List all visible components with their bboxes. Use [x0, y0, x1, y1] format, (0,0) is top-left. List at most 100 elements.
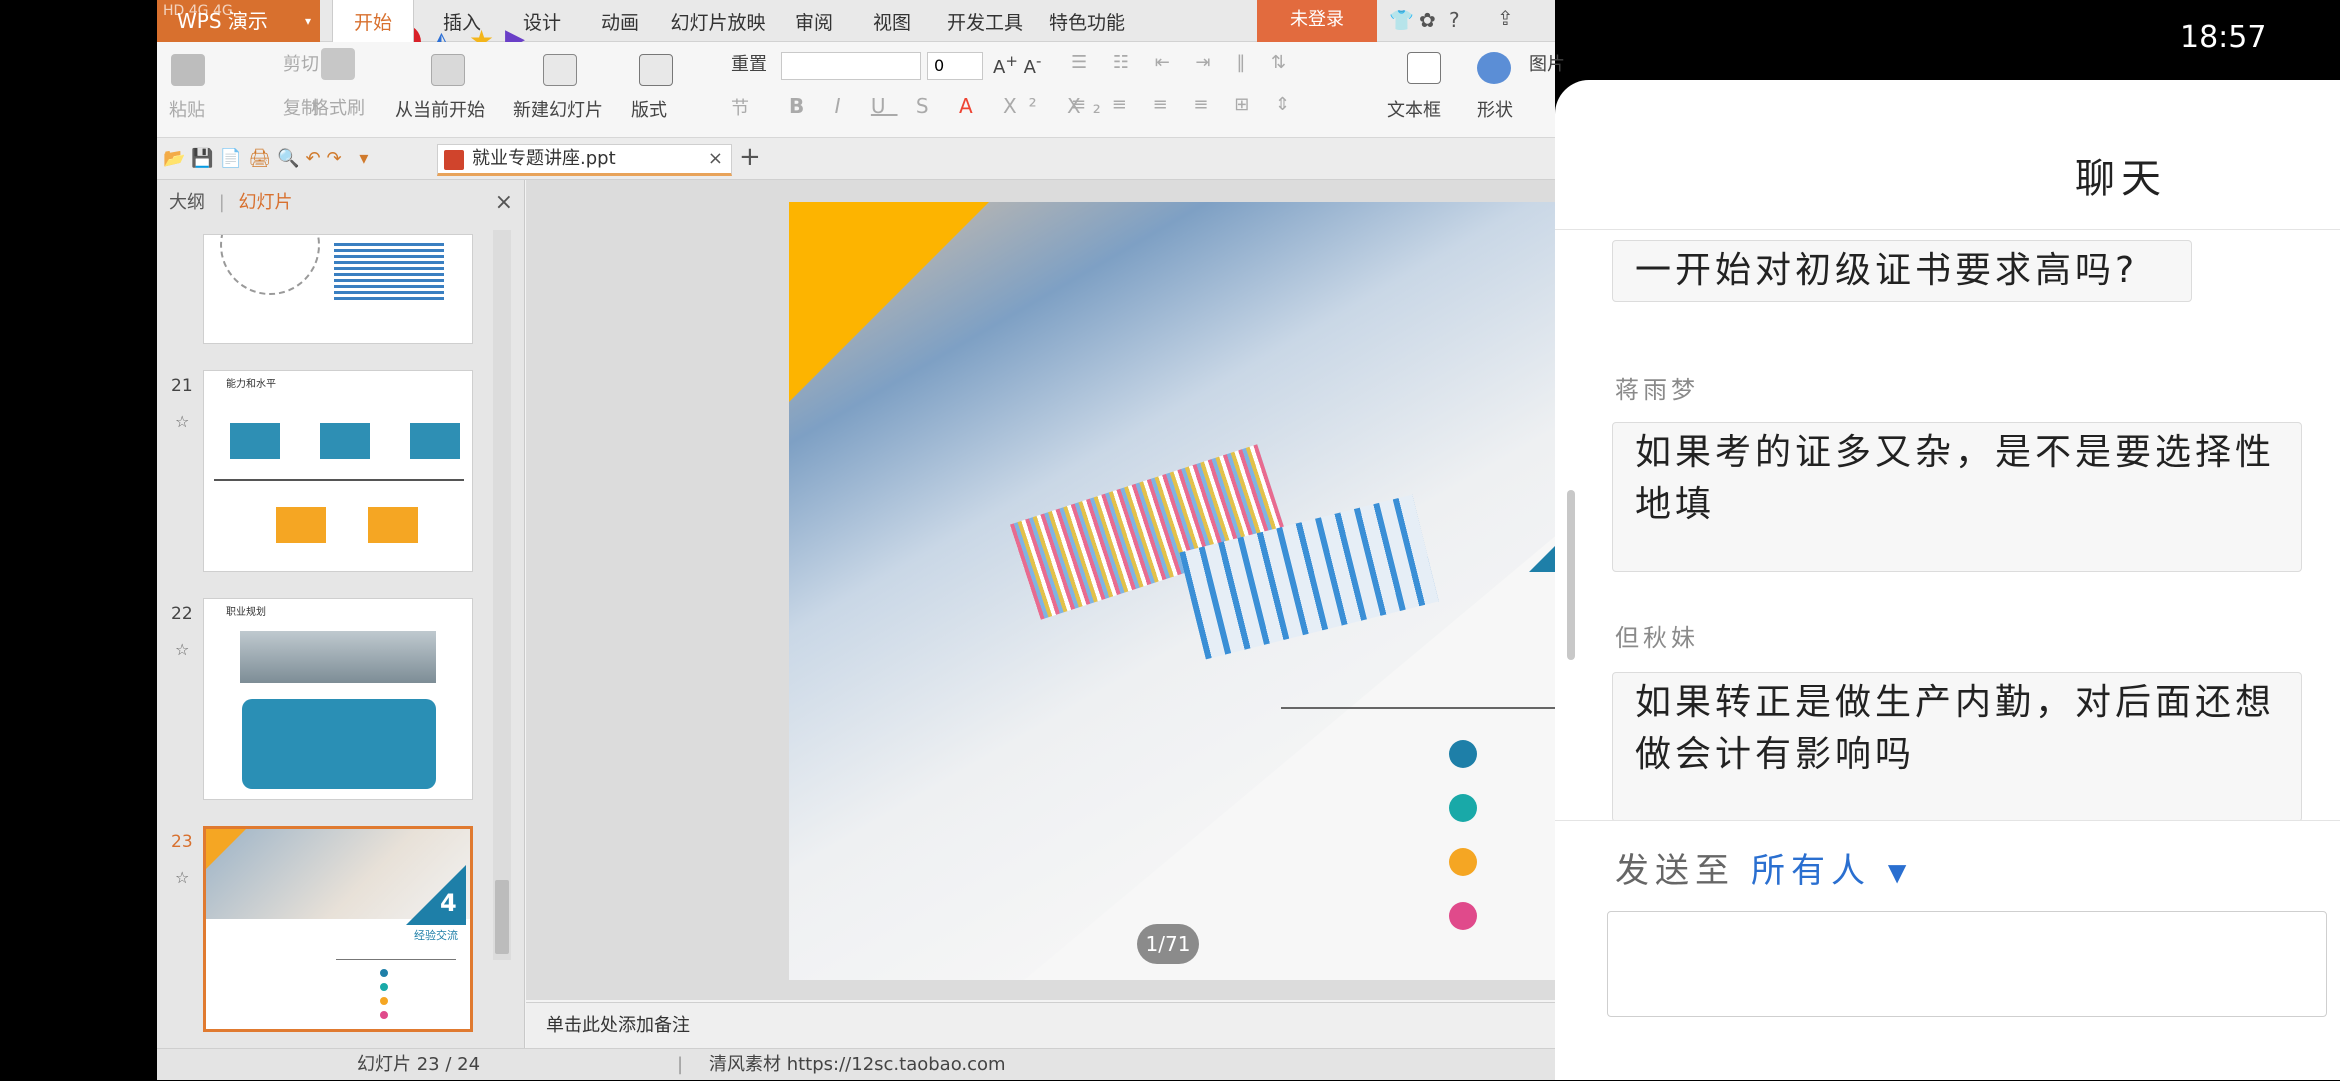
- format-painter-button[interactable]: 格式刷: [311, 94, 365, 120]
- document-tab-label: 就业专题讲座.ppt: [472, 148, 616, 169]
- left-black-bar: [0, 0, 157, 1080]
- chat-message: 如果考的证多又杂，是不是要选择性地填: [1612, 422, 2302, 572]
- paste-icon[interactable]: [171, 54, 205, 86]
- slide-panel: 大纲 | 幻灯片 × 21 ☆ 能力和水平 22 ☆ 职业规划 23 ☆ 4 经…: [157, 180, 525, 1050]
- thumb-dot: [380, 969, 388, 977]
- grow-font-icon[interactable]: A+ A-: [993, 52, 1041, 78]
- menu-tab-bar: HD 4G 4G WPS 演示 ▾ ● ◭ ★ ▶ 开始 插入 设计 动画 幻灯…: [157, 0, 1555, 60]
- tab-dev-tools[interactable]: 开发工具: [937, 0, 1033, 42]
- tab-review[interactable]: 审阅: [779, 0, 849, 42]
- chat-header: 聊天: [1555, 80, 2340, 230]
- slide-number: 23: [171, 832, 193, 852]
- dropdown-arrow-icon: ▾: [305, 14, 312, 28]
- notes-area[interactable]: 单击此处添加备注: [526, 1002, 1555, 1048]
- send-bar: 发送至 所有人 ▼: [1555, 820, 2340, 1080]
- star-icon: ☆: [175, 868, 190, 887]
- thumb-text-block: [334, 243, 444, 303]
- thumb-dot: [380, 1011, 388, 1019]
- tab-features[interactable]: 特色功能: [1039, 0, 1135, 42]
- close-tab-icon[interactable]: ×: [708, 145, 723, 173]
- slide-thumbnail[interactable]: 职业规划: [203, 598, 473, 800]
- dropdown-arrow-icon: ▼: [1887, 858, 1913, 887]
- thumb-box: [276, 507, 326, 543]
- new-slide-button[interactable]: 新建幻灯片: [513, 96, 603, 122]
- thumb-box: [320, 423, 370, 459]
- recipient-select[interactable]: 所有人 ▼: [1751, 843, 1912, 892]
- layout-icon[interactable]: [639, 54, 673, 86]
- picture-button[interactable]: 图片: [1529, 50, 1565, 76]
- outline-tab[interactable]: 大纲: [169, 192, 205, 213]
- reset-button[interactable]: 重置: [703, 50, 767, 76]
- panel-header: 大纲 | 幻灯片 ×: [157, 180, 525, 226]
- ribbon-toolbar: 粘贴 剪切 复制 格式刷 从当前开始 新建幻灯片 版式 重置 节 0 A+ A-…: [157, 42, 1565, 138]
- quick-access-bar: 📂💾📄🖨🔍↶↷ ▾ 就业专题讲座.ppt × +: [157, 138, 1555, 180]
- orange-corner: [789, 202, 989, 402]
- brush-icon[interactable]: [321, 48, 355, 80]
- message-sender: 蒋雨梦: [1615, 376, 1699, 404]
- chat-panel: 聊天 一开始对初级证书要求高吗? 蒋雨梦 如果考的证多又杂，是不是要选择性地填 …: [1555, 80, 2340, 1080]
- thumb-triangle: [406, 865, 466, 925]
- app-menu-button[interactable]: HD 4G 4G WPS 演示 ▾: [157, 0, 320, 42]
- recipient-value: 所有人: [1751, 851, 1871, 891]
- bullet-dot: [1449, 902, 1477, 930]
- shape-button[interactable]: 形状: [1477, 96, 1513, 122]
- thumb-title: 经验交流: [414, 929, 458, 942]
- quick-access-icons[interactable]: 📂💾📄🖨🔍↶↷ ▾: [163, 148, 374, 169]
- login-button[interactable]: 未登录: [1257, 0, 1377, 42]
- panel-scrollbar[interactable]: [493, 230, 511, 960]
- ppt-file-icon: [444, 150, 464, 170]
- new-tab-icon[interactable]: +: [739, 142, 761, 172]
- close-panel-icon[interactable]: ×: [495, 180, 513, 226]
- star-icon: ☆: [175, 412, 190, 431]
- status-time: 18:57: [2180, 20, 2267, 55]
- skin-icon[interactable]: 👕: [1389, 8, 1414, 32]
- tab-view[interactable]: 视图: [857, 0, 927, 42]
- slide-thumbnail[interactable]: [203, 234, 473, 344]
- slides-tab[interactable]: 幻灯片: [239, 192, 293, 213]
- document-tab[interactable]: 就业专题讲座.ppt ×: [437, 144, 732, 176]
- panel-tab-divider: |: [218, 192, 225, 213]
- bullet-dot: [1449, 848, 1477, 876]
- list-icons[interactable]: ☰ ☷ ⇤ ⇥ ‖ ⇅: [1071, 52, 1296, 73]
- slide-thumbnail[interactable]: 能力和水平: [203, 370, 473, 572]
- paste-button[interactable]: 粘贴: [169, 96, 205, 122]
- font-style-icons[interactable]: B I U S A X² X₂: [789, 94, 1113, 118]
- font-name-select[interactable]: [781, 52, 921, 80]
- new-slide-icon[interactable]: [543, 54, 577, 86]
- help-icon[interactable]: ?: [1449, 8, 1460, 32]
- layout-button[interactable]: 版式: [631, 96, 667, 122]
- thumb-dot: [380, 997, 388, 1005]
- chat-input[interactable]: [1607, 911, 2327, 1017]
- upload-icon[interactable]: ⇪: [1497, 6, 1514, 30]
- chat-message: 一开始对初级证书要求高吗?: [1612, 240, 2192, 302]
- play-from-current-icon[interactable]: [431, 54, 465, 86]
- copy-button[interactable]: 复制: [257, 94, 319, 120]
- thumb-line: [214, 479, 464, 481]
- from-current-button[interactable]: 从当前开始: [395, 96, 485, 122]
- font-size-select[interactable]: 0: [927, 52, 983, 80]
- tab-animation[interactable]: 动画: [585, 0, 655, 42]
- shape-icon[interactable]: [1477, 52, 1511, 84]
- align-icons[interactable]: ≡ ≡ ≡ ≡ ⊞ ⇕: [1071, 94, 1300, 115]
- slide-counter: 1/71: [1137, 924, 1199, 964]
- thumb-box: [410, 423, 460, 459]
- textbox-icon[interactable]: [1407, 52, 1441, 84]
- thumb-title: 能力和水平: [226, 379, 276, 390]
- tab-start[interactable]: 开始: [332, 0, 414, 42]
- section-button[interactable]: 节: [703, 94, 749, 120]
- tab-slideshow[interactable]: 幻灯片放映: [663, 0, 773, 42]
- slide-thumbnail-selected[interactable]: 4 经验交流: [203, 826, 473, 1032]
- thumb-corner: [206, 829, 246, 869]
- textbox-button[interactable]: 文本框: [1387, 96, 1441, 122]
- chat-scrollbar[interactable]: [1567, 490, 1575, 660]
- panel-scroll-thumb[interactable]: [495, 880, 509, 954]
- slide-number: 21: [171, 376, 193, 396]
- status-divider: |: [677, 1054, 684, 1075]
- chat-title: 聊天: [2075, 156, 2167, 202]
- tab-design[interactable]: 设计: [507, 0, 577, 42]
- tab-insert[interactable]: 插入: [427, 0, 497, 42]
- chat-bubble-icon[interactable]: ✿: [1419, 8, 1436, 32]
- source-text: 清风素材 https://12sc.taobao.com: [709, 1054, 1006, 1075]
- thumb-circle: [220, 235, 320, 295]
- cut-button[interactable]: 剪切: [257, 50, 319, 76]
